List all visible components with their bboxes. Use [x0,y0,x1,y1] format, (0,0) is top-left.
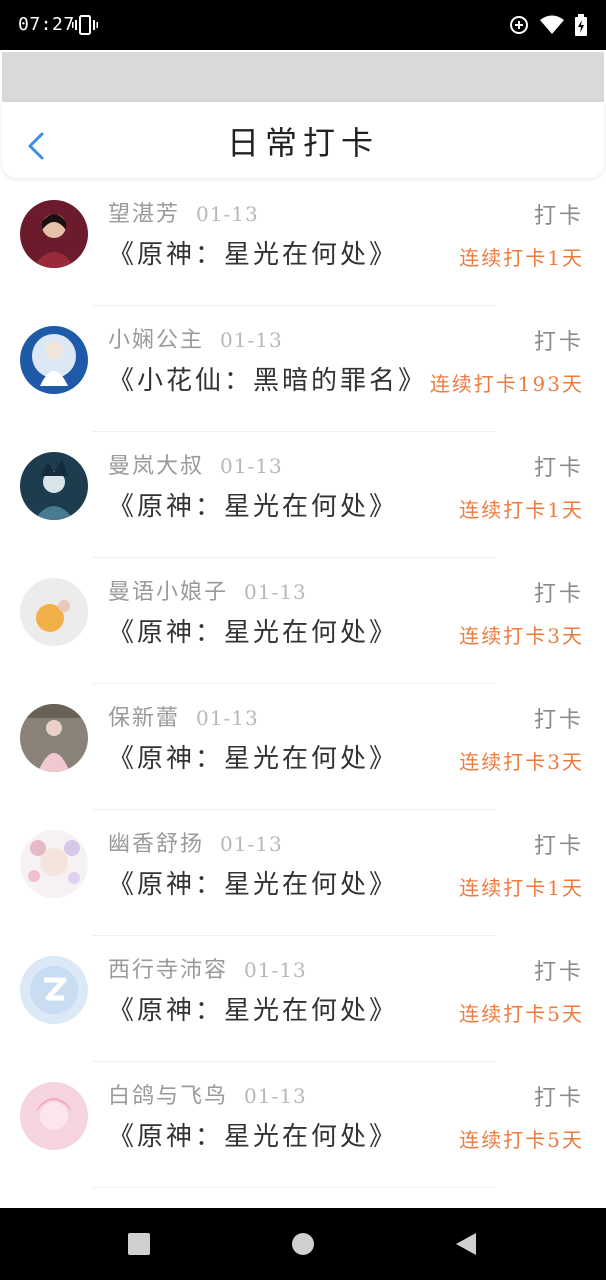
user-name-text: 白鸽与飞鸟 [108,1084,229,1109]
checkin-date: 01-13 [244,958,307,982]
avatar[interactable] [20,452,88,520]
streak-text: 连续打卡1天 [459,876,584,900]
checkin-button[interactable]: 打卡 [534,1080,584,1112]
user-name: 曼岚大叔 01-13 [108,448,283,480]
checkin-list[interactable]: 望湛芳 01-13 《原神：星光在何处》 打卡 连续打卡1天 小娴公主 01-13 … [0,180,606,1208]
streak-text: 连续打卡1天 [459,498,584,522]
checkin-button[interactable]: 打卡 [534,702,584,734]
list-item-partial[interactable] [0,1188,606,1208]
user-name-text: 小娴公主 [108,328,205,353]
checkin-date: 01-13 [244,580,307,604]
user-name: 西行寺沛容 01-13 [108,952,307,984]
book-title[interactable]: 《原神：星光在何处》 [108,612,398,649]
checkin-button[interactable]: 打卡 [534,576,584,608]
book-title[interactable]: 《原神：星光在何处》 [108,234,398,271]
page-title: 日常打卡 [226,124,379,162]
user-name: 幽香舒扬 01-13 [108,826,283,858]
vibrate-icon [72,15,98,35]
back-triangle-icon[interactable] [454,1232,478,1256]
book-title[interactable]: 《原神：星光在何处》 [108,1116,398,1153]
avatar[interactable] [20,704,88,772]
avatar[interactable] [20,956,88,1024]
checkin-date: 01-13 [244,1084,307,1108]
checkin-button[interactable]: 打卡 [534,828,584,860]
status-bar: 07:27 [0,0,606,50]
user-name: 望湛芳 01-13 [108,196,259,228]
checkin-button[interactable]: 打卡 [534,198,584,230]
streak-text: 连续打卡5天 [459,1128,584,1152]
user-name-text: 保新蕾 [108,706,181,731]
avatar[interactable] [20,200,88,268]
book-title[interactable]: 《原神：星光在何处》 [108,486,398,523]
book-title[interactable]: 《原神：星光在何处》 [108,990,398,1027]
avatar[interactable] [20,326,88,394]
checkin-button[interactable]: 打卡 [534,450,584,482]
checkin-date: 01-13 [220,832,283,856]
user-name: 保新蕾 01-13 [108,700,259,732]
book-title[interactable]: 《小花仙：黑暗的罪名》 [108,360,427,397]
user-name-text: 曼语小娘子 [108,580,229,605]
streak-text: 连续打卡5天 [459,1002,584,1026]
status-time: 07:27 [18,14,75,35]
list-item[interactable]: 西行寺沛容 01-13 《原神：星光在何处》 打卡 连续打卡5天 [0,936,606,1062]
checkin-date: 01-13 [220,328,283,352]
avatar[interactable] [20,578,88,646]
wifi-icon [540,15,564,34]
streak-text: 连续打卡1天 [459,246,584,270]
user-name-text: 曼岚大叔 [108,454,205,479]
user-name: 小娴公主 01-13 [108,322,283,354]
battery-icon [575,14,587,36]
list-item[interactable]: 小娴公主 01-13 《小花仙：黑暗的罪名》 打卡 连续打卡193天 [0,306,606,432]
list-item[interactable]: 曼语小娘子 01-13 《原神：星光在何处》 打卡 连续打卡3天 [0,558,606,684]
checkin-date: 01-13 [196,706,259,730]
avatar[interactable] [20,1082,88,1150]
streak-text: 连续打卡3天 [459,624,584,648]
user-name-text: 幽香舒扬 [108,832,205,857]
list-item[interactable]: 保新蕾 01-13 《原神：星光在何处》 打卡 连续打卡3天 [0,684,606,810]
user-name-text: 西行寺沛容 [108,958,229,983]
book-title[interactable]: 《原神：星光在何处》 [108,738,398,775]
system-nav-bar [0,1208,606,1280]
recents-square-icon[interactable] [127,1232,151,1256]
list-item[interactable]: 曼岚大叔 01-13 《原神：星光在何处》 打卡 连续打卡1天 [0,432,606,558]
list-item[interactable]: 望湛芳 01-13 《原神：星光在何处》 打卡 连续打卡1天 [0,180,606,306]
streak-text: 连续打卡193天 [429,372,584,396]
avatar[interactable] [20,830,88,898]
checkin-date: 01-13 [196,202,259,226]
app-header: 日常打卡 [2,102,604,178]
list-item[interactable]: 幽香舒扬 01-13 《原神：星光在何处》 打卡 连续打卡1天 [0,810,606,936]
streak-text: 连续打卡3天 [459,750,584,774]
home-circle-icon[interactable] [291,1232,315,1256]
list-item[interactable]: 白鸽与飞鸟 01-13 《原神：星光在何处》 打卡 连续打卡5天 [0,1062,606,1188]
user-name: 曼语小娘子 01-13 [108,574,307,606]
checkin-date: 01-13 [220,454,283,478]
book-title[interactable]: 《原神：星光在何处》 [108,864,398,901]
checkin-button[interactable]: 打卡 [534,324,584,356]
data-saver-icon [510,16,528,34]
header-background-band [2,52,604,102]
checkin-button[interactable]: 打卡 [534,954,584,986]
user-name-text: 望湛芳 [108,202,181,227]
user-name: 白鸽与飞鸟 01-13 [108,1078,307,1110]
